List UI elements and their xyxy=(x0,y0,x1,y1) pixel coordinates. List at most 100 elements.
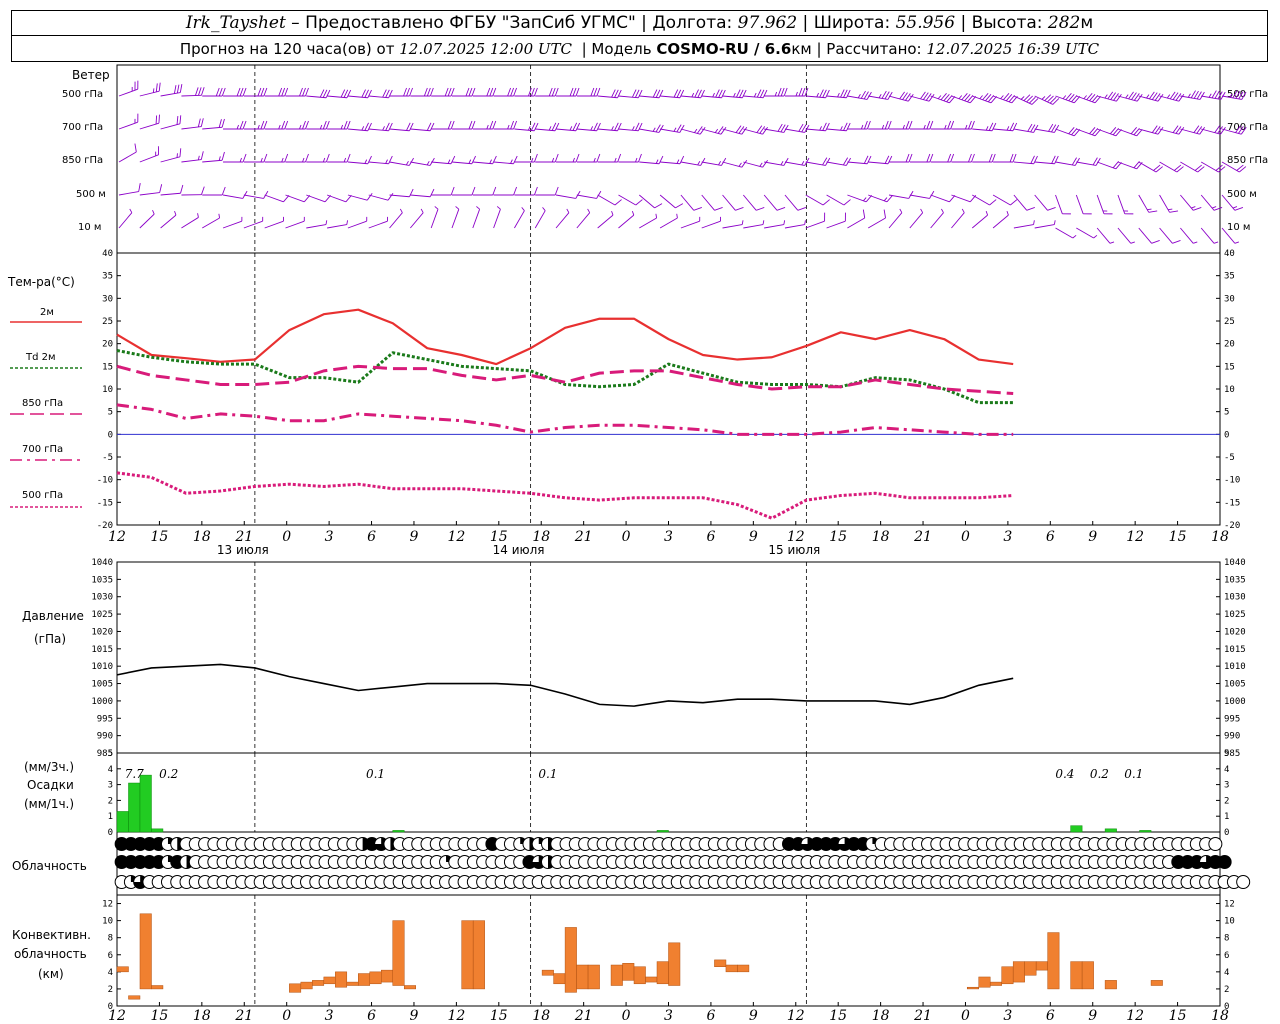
wind-barb xyxy=(243,87,268,97)
wind-barb-feather xyxy=(691,92,695,98)
wind-barb-feather xyxy=(489,87,494,97)
wind-barb-feather xyxy=(611,210,614,216)
convective-bar xyxy=(564,927,577,993)
wind-barb-shaft xyxy=(909,212,924,229)
wind-barb-feather xyxy=(554,153,559,163)
wind-barb-feather xyxy=(985,94,992,102)
precip-axis-label: 4 xyxy=(1224,765,1229,775)
wind-barb-shaft xyxy=(1013,128,1034,133)
wind-barb-shaft xyxy=(410,212,424,229)
time-tick-label: 12 xyxy=(1126,529,1144,545)
wind-barb xyxy=(534,207,546,229)
wind-barb xyxy=(1180,161,1205,173)
wind-barb xyxy=(660,89,685,99)
wind-barb-feather xyxy=(471,120,476,130)
wind-barb-feather xyxy=(1213,207,1223,211)
wind-barb-feather xyxy=(1000,95,1004,100)
wind-barb-feather xyxy=(241,216,243,222)
wind-barb xyxy=(847,90,872,100)
panel-frame-prec xyxy=(116,752,1221,833)
wind-barb xyxy=(327,153,351,163)
wind-barb-feather xyxy=(197,87,202,96)
wind-barb xyxy=(993,153,1017,163)
wind-barb-feather xyxy=(741,220,744,225)
pressure-axis-label: 1010 xyxy=(1224,662,1246,672)
wind-barb-feather xyxy=(200,151,204,160)
wind-barb xyxy=(118,183,141,196)
wind-barb-shaft xyxy=(493,209,501,229)
wind-barb-feather xyxy=(863,120,868,130)
wind-barb-shaft xyxy=(1180,227,1194,244)
wind-barb xyxy=(535,87,559,97)
wind-barb xyxy=(347,192,373,201)
wind-barb-shaft xyxy=(659,217,678,229)
wind-barb-feather xyxy=(566,208,570,213)
wind-barb xyxy=(826,122,851,132)
wind-barb-feather xyxy=(1133,128,1140,136)
time-tick-label: 15 xyxy=(151,1008,169,1024)
wind-barb xyxy=(826,89,851,99)
wind-barb-feather xyxy=(420,208,424,213)
wind-barb-shaft xyxy=(264,220,284,229)
wind-barb-feather xyxy=(283,216,284,222)
wind-barb-feather xyxy=(673,127,677,132)
wind-barb-feather xyxy=(507,87,512,97)
wind-barb-feather xyxy=(201,186,205,195)
wind-barb-feather xyxy=(762,159,768,168)
wind-barb xyxy=(430,206,439,229)
temp-axis-label: 10 xyxy=(102,385,113,395)
time-tick-label: 0 xyxy=(961,529,970,545)
wind-barb xyxy=(451,120,476,130)
wind-barb xyxy=(285,216,305,229)
wind-barb xyxy=(1138,227,1160,244)
convective-bar xyxy=(714,959,727,967)
wind-barb-feather xyxy=(1065,92,1072,101)
wind-barb-feather xyxy=(777,87,782,97)
wind-barb-feather xyxy=(1112,161,1120,169)
wind-barb xyxy=(972,194,997,206)
wind-barb xyxy=(285,87,309,97)
precip-axis-label: 0 xyxy=(108,828,113,838)
wind-barb xyxy=(889,120,913,130)
time-tick-label: 12 xyxy=(447,529,465,545)
temp-axis-label: 35 xyxy=(1224,272,1235,282)
wind-barb xyxy=(1096,161,1122,170)
wind-barb xyxy=(1221,194,1244,211)
wind-barb-shaft xyxy=(930,194,950,203)
wind-barb-feather xyxy=(1047,207,1056,211)
wind-barb xyxy=(514,87,538,97)
wind-barb xyxy=(992,194,1018,206)
wind-barb-feather xyxy=(1091,128,1099,136)
wind-barb-feather xyxy=(263,120,268,130)
wind-barb-shaft xyxy=(181,217,199,229)
wind-barb xyxy=(680,126,706,135)
wind-barb-feather xyxy=(908,120,913,130)
conv-axis-label: 2 xyxy=(1224,985,1229,995)
wind-barb xyxy=(181,186,205,196)
convective-bar xyxy=(553,973,566,985)
time-tick-label: 21 xyxy=(234,1008,253,1024)
wind-barb-feather xyxy=(530,157,534,163)
wind-barb xyxy=(285,153,309,163)
wind-barb xyxy=(306,120,330,130)
wind-barb xyxy=(868,155,893,165)
wind-barb-feather xyxy=(426,87,431,97)
time-tick-label: 3 xyxy=(664,529,673,545)
wind-barb-feather xyxy=(654,203,663,209)
wind-barb-feather xyxy=(406,87,410,97)
wind-barb xyxy=(327,220,349,229)
wind-barb-feather xyxy=(319,124,323,130)
wind-barb-feather xyxy=(1176,166,1184,173)
wind-barb xyxy=(1159,91,1185,102)
wind-barb xyxy=(576,153,601,163)
wind-barb-shaft xyxy=(1221,227,1236,244)
wind-barb xyxy=(181,118,204,130)
time-tick-label: 15 xyxy=(1169,1008,1187,1024)
wind-barb-feather xyxy=(824,212,826,222)
wind-barb xyxy=(1096,227,1115,244)
wind-barb xyxy=(1013,94,1039,105)
wind-barb-shaft xyxy=(160,214,177,229)
precip-total-label: 0.2 xyxy=(1090,767,1109,781)
wind-barb-feather xyxy=(1041,96,1046,100)
temp-axis-label: 30 xyxy=(102,294,113,304)
